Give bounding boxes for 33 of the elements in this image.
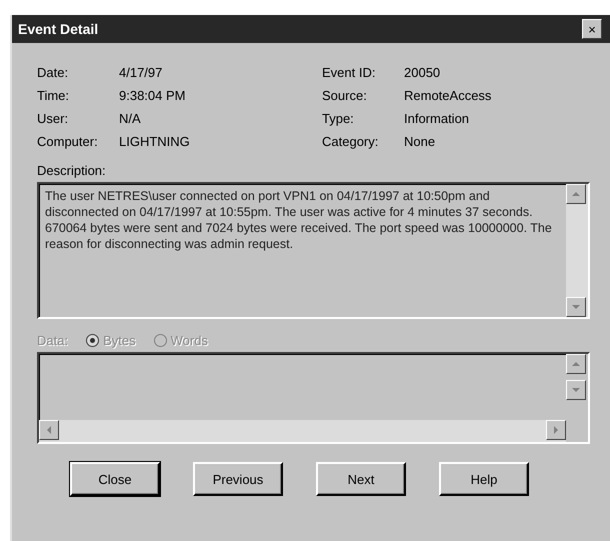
data-box[interactable] <box>37 352 590 444</box>
scroll-left-button[interactable] <box>39 420 59 440</box>
field-label: Category: <box>322 134 380 149</box>
window-title: Event Detail <box>18 21 98 37</box>
dialog-button[interactable]: Close <box>70 462 160 496</box>
dialog-button[interactable]: Next <box>316 462 406 496</box>
field-value: LIGHTNING <box>119 134 191 149</box>
description-box[interactable] <box>37 182 590 319</box>
data-label: Data: <box>37 333 68 348</box>
field-value: 9:38:04 PM <box>119 88 186 103</box>
field-label: Event ID: <box>322 65 376 80</box>
field-value: None <box>404 134 436 149</box>
scroll-up-button[interactable] <box>566 184 586 204</box>
field-label: Date: <box>37 65 70 80</box>
field-value: 4/17/97 <box>119 65 164 80</box>
dialog-button[interactable]: Help <box>439 462 529 496</box>
field-label: Computer: <box>37 134 99 149</box>
field-value: 20050 <box>404 65 442 80</box>
description-label: Description: <box>37 163 107 178</box>
field-value: Information <box>404 111 470 126</box>
field-value: RemoteAccess <box>404 88 492 103</box>
scroll-right-button[interactable] <box>546 420 566 440</box>
close-button[interactable]: × <box>582 19 602 39</box>
description-text: The user NETRES\user connected on port VPN1 on 04/17/1997 at 10:50pm and disconnected on 04/17/1997 at 10:55pm. The user was active for 4 minutes 37 seconds. 670064 bytes were sent and 7024 bytes were received. The port speed was 10000000. The reason for disconnecting was admin request. <box>44 188 553 253</box>
field-label: User: <box>37 111 70 126</box>
field-value: N/A <box>119 111 142 126</box>
scroll-down-button[interactable] <box>566 297 586 317</box>
field-label: Type: <box>322 111 355 126</box>
scroll-up-button[interactable] <box>566 354 586 374</box>
field-label: Time: <box>37 88 70 103</box>
field-label: Source: <box>322 88 368 103</box>
dialog-button[interactable]: Previous <box>193 462 283 496</box>
scroll-down-button[interactable] <box>566 380 586 400</box>
